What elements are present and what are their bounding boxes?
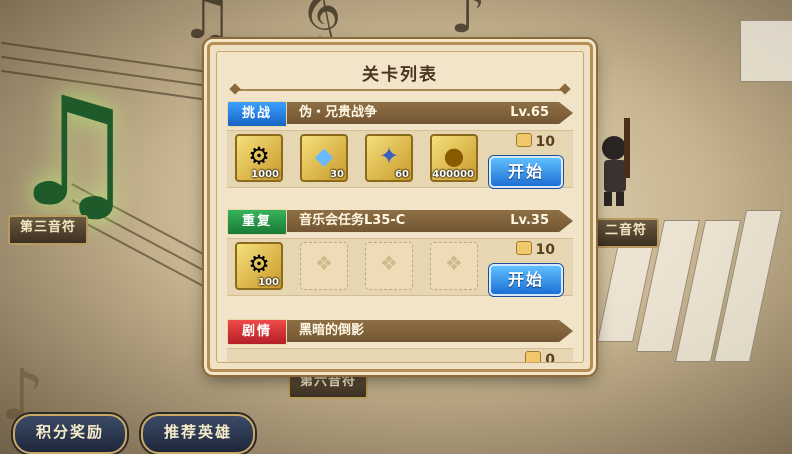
stamina-value: 0 <box>545 352 555 363</box>
stage-entry: 黑暗的倒影 剧情 0 <box>227 319 573 363</box>
piano-key <box>740 20 792 82</box>
empty-reward-slot: ❖ <box>365 242 413 290</box>
challenge-tag: 挑战 <box>227 101 287 127</box>
reward-row: 0 <box>227 348 573 363</box>
reward-slot[interactable]: ◆ 30 <box>300 134 348 182</box>
star-key-icon: ✦ <box>378 142 400 170</box>
ornament-icon: ❖ <box>445 251 463 275</box>
bread-icon <box>525 351 542 362</box>
repeat-tag: 重复 <box>227 209 287 235</box>
start-button[interactable]: 开始 <box>489 156 563 188</box>
reward-slot[interactable]: ● 400000 <box>430 134 478 182</box>
stamina-value: 10 <box>535 242 555 258</box>
map-stage-label[interactable]: 第三音符 <box>8 215 89 245</box>
reward-slot[interactable]: ⚙ 100 <box>235 242 283 290</box>
map-stage-label[interactable]: 第六音符 <box>288 369 369 399</box>
reward-qty: 1000 <box>251 169 279 180</box>
stage-name: 黑暗的倒影 <box>299 323 365 338</box>
clef-icon: 𝄞 <box>300 0 342 46</box>
gear-coin-icon: ⚙ <box>248 250 270 278</box>
empty-reward-slot: ❖ <box>300 242 348 290</box>
stage-name: 伪・兄贵战争 <box>299 105 378 120</box>
stage-list-dialog: 关卡列表 伪・兄贵战争 Lv.65 挑战 ⚙ 1000 ◆ 30 ✦ 60 ● … <box>207 42 593 372</box>
reward-qty: 60 <box>395 169 409 180</box>
music-note-icon: ♪ <box>450 0 486 46</box>
stage-entry: 音乐会任务L35-C Lv.35 重复 ⚙ 100 ❖ ❖ ❖ 10 开始 <box>227 209 573 300</box>
dialog-body: 关卡列表 伪・兄贵战争 Lv.65 挑战 ⚙ 1000 ◆ 30 ✦ 60 ● … <box>216 51 584 363</box>
empty-reward-slot: ❖ <box>430 242 478 290</box>
reward-row: ⚙ 1000 ◆ 30 ✦ 60 ● 400000 10 开始 <box>227 130 573 188</box>
reward-slot[interactable]: ✦ 60 <box>365 134 413 182</box>
reward-row: ⚙ 100 ❖ ❖ ❖ 10 开始 <box>227 238 573 296</box>
ornament-icon: ❖ <box>380 251 398 275</box>
bread-icon <box>515 133 532 147</box>
ornament-icon: ❖ <box>315 251 333 275</box>
gear-coin-icon: ⚙ <box>248 142 270 170</box>
bread-icon <box>515 241 532 255</box>
green-note-icon: ♫ <box>6 66 141 240</box>
reward-qty: 100 <box>258 277 279 288</box>
stamina-cost: 10 <box>515 133 555 150</box>
start-button[interactable]: 开始 <box>489 264 563 296</box>
stamina-value: 10 <box>535 134 555 150</box>
points-reward-button[interactable]: 积分奖励 <box>13 414 127 454</box>
title-divider <box>233 89 567 91</box>
reward-qty: 400000 <box>432 169 474 180</box>
music-note-icon: ♫ <box>180 0 234 53</box>
gold-coin-icon: ● <box>443 142 465 170</box>
recommend-heroes-button[interactable]: 推荐英雄 <box>141 414 255 454</box>
stage-level: Lv.35 <box>510 213 549 228</box>
dialog-title: 关卡列表 <box>362 65 438 85</box>
stamina-cost: 0 <box>525 351 555 363</box>
reward-qty: 30 <box>330 169 344 180</box>
stage-entry: 伪・兄贵战争 Lv.65 挑战 ⚙ 1000 ◆ 30 ✦ 60 ● 40000… <box>227 101 573 192</box>
rainbow-gem-icon: ◆ <box>314 142 334 170</box>
stage-name: 音乐会任务L35-C <box>299 213 406 228</box>
stage-level: Lv.65 <box>510 105 549 120</box>
reward-slot[interactable]: ⚙ 1000 <box>235 134 283 182</box>
hero-character <box>598 118 634 208</box>
story-tag: 剧情 <box>227 319 287 345</box>
stamina-cost: 10 <box>515 241 555 258</box>
map-stage-label[interactable]: 二音符 <box>593 218 660 248</box>
